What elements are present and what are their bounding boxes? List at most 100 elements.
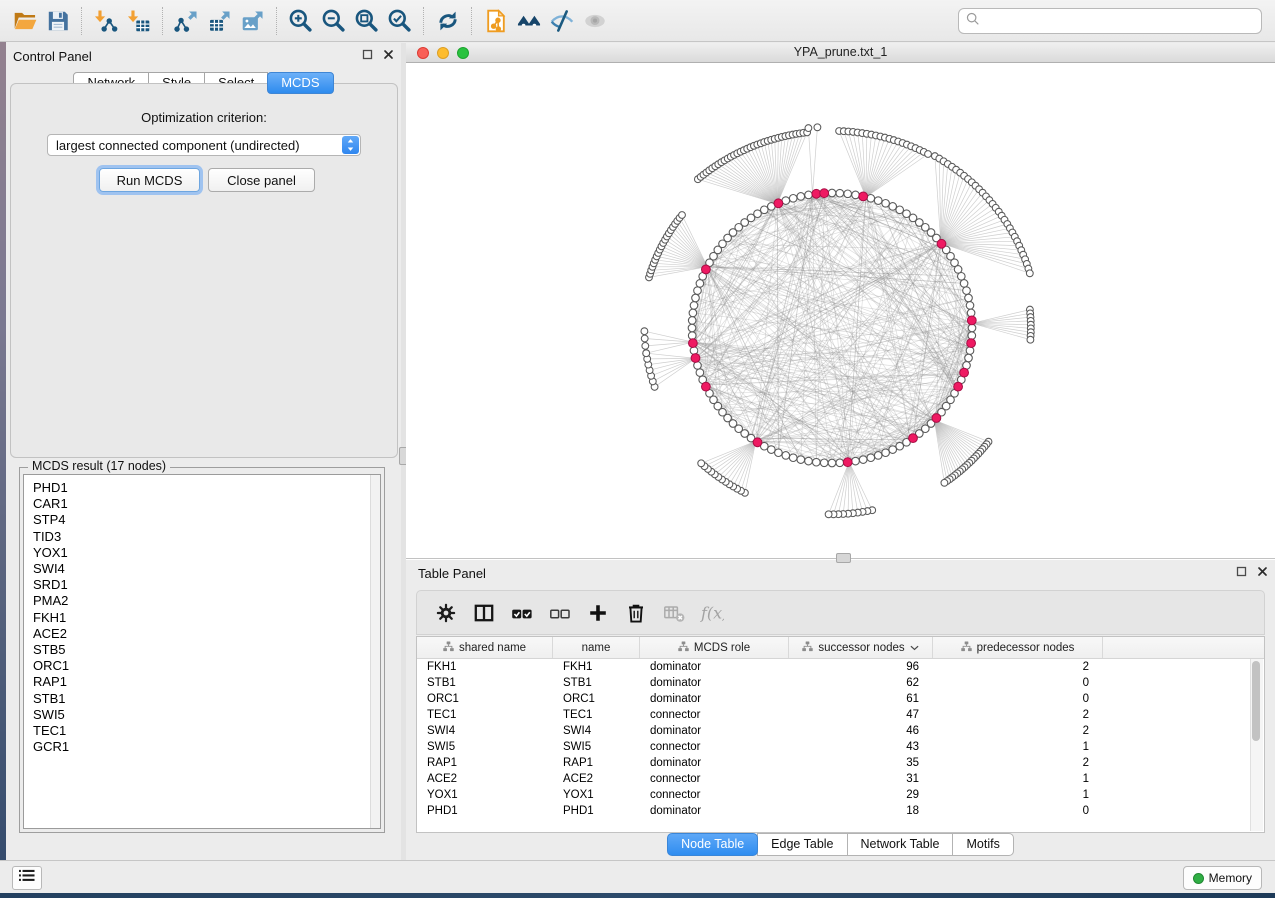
table-row[interactable]: YOX1YOX1connector291 xyxy=(417,787,1264,803)
horizontal-splitter-handle[interactable] xyxy=(836,553,851,563)
mcds-result-node[interactable]: ACE2 xyxy=(24,626,380,642)
refresh-icon[interactable] xyxy=(431,6,464,36)
optimization-criterion-select[interactable]: largest connected component (undirected) xyxy=(47,134,361,156)
save-session-icon[interactable] xyxy=(41,6,74,36)
node-table[interactable]: shared namenameMCDS rolesuccessor nodesp… xyxy=(416,636,1265,833)
mcds-result-node[interactable]: RAP1 xyxy=(24,674,380,690)
table-cell: 18 xyxy=(789,803,933,819)
float-panel-icon[interactable] xyxy=(361,48,374,61)
network-column-icon xyxy=(961,641,972,655)
table-row[interactable]: SWI5SWI5connector431 xyxy=(417,739,1264,755)
table-tabs: Node TableEdge TableNetwork TableMotifs xyxy=(406,833,1275,856)
table-cell: connector xyxy=(640,771,789,787)
tab-mcds[interactable]: MCDS xyxy=(267,72,333,94)
column-header-shared-name[interactable]: shared name xyxy=(417,637,553,658)
mcds-result-group: MCDS result (17 nodes) PHD1CAR1STP4TID3Y… xyxy=(19,467,385,833)
node-table-header: shared namenameMCDS rolesuccessor nodesp… xyxy=(417,637,1264,659)
show-all-icon[interactable] xyxy=(578,6,611,36)
mcds-result-node[interactable]: FKH1 xyxy=(24,610,380,626)
mcds-result-node[interactable]: TID3 xyxy=(24,529,380,545)
mcds-result-node[interactable]: TEC1 xyxy=(24,723,380,739)
table-cell: SWI5 xyxy=(417,739,553,755)
table-panel-title: Table Panel xyxy=(406,566,486,581)
mcds-list-scrollbar[interactable] xyxy=(370,475,380,828)
search-box[interactable] xyxy=(958,8,1262,34)
tab-motifs[interactable]: Motifs xyxy=(952,833,1013,856)
network-window-titlebar[interactable]: YPA_prune.txt_1 xyxy=(406,43,1275,63)
table-row[interactable]: FKH1FKH1dominator962 xyxy=(417,659,1264,675)
panel-menu-button[interactable] xyxy=(12,866,42,890)
function-builder-icon: f(x) xyxy=(696,598,728,628)
tab-network-table[interactable]: Network Table xyxy=(847,833,954,856)
table-row[interactable]: TEC1TEC1connector472 xyxy=(417,707,1264,723)
mcds-result-node[interactable]: SWI4 xyxy=(24,561,380,577)
zoom-fit-icon[interactable] xyxy=(350,6,383,36)
export-network-icon[interactable] xyxy=(170,6,203,36)
mcds-result-node[interactable]: SWI5 xyxy=(24,707,380,723)
svg-text:f(x): f(x) xyxy=(700,603,724,622)
delete-columns-icon[interactable] xyxy=(620,598,652,628)
deselect-all-columns-icon[interactable] xyxy=(544,598,576,628)
table-cell: 1 xyxy=(933,739,1103,755)
mcds-result-node[interactable]: SRD1 xyxy=(24,577,380,593)
table-row[interactable]: ORC1ORC1dominator610 xyxy=(417,691,1264,707)
table-cell: 61 xyxy=(789,691,933,707)
close-table-panel-icon[interactable] xyxy=(1256,565,1269,578)
mcds-result-node[interactable]: GCR1 xyxy=(24,739,380,755)
show-columns-icon[interactable] xyxy=(468,598,500,628)
tab-node-table[interactable]: Node Table xyxy=(667,833,758,856)
open-file-icon[interactable] xyxy=(8,6,41,36)
table-cell: RAP1 xyxy=(553,755,640,771)
mcds-result-list[interactable]: PHD1CAR1STP4TID3YOX1SWI4SRD1PMA2FKH1ACE2… xyxy=(23,474,381,829)
select-all-columns-icon[interactable] xyxy=(506,598,538,628)
mcds-result-node[interactable]: STB5 xyxy=(24,642,380,658)
search-input[interactable] xyxy=(981,13,1255,29)
create-column-icon[interactable] xyxy=(582,598,614,628)
mcds-result-node[interactable]: ORC1 xyxy=(24,658,380,674)
table-row[interactable]: RAP1RAP1dominator352 xyxy=(417,755,1264,771)
toolbar-divider xyxy=(471,7,472,35)
column-header-predecessor-nodes[interactable]: predecessor nodes xyxy=(933,637,1103,658)
table-cell: YOX1 xyxy=(553,787,640,803)
table-row[interactable]: PHD1PHD1dominator180 xyxy=(417,803,1264,819)
memory-button[interactable]: Memory xyxy=(1183,866,1262,890)
table-scrollbar-thumb[interactable] xyxy=(1252,661,1260,741)
export-table-icon[interactable] xyxy=(203,6,236,36)
column-header-MCDS-role[interactable]: MCDS role xyxy=(640,637,789,658)
export-image-icon[interactable] xyxy=(236,6,269,36)
zoom-in-icon[interactable] xyxy=(284,6,317,36)
hide-selected-icon[interactable] xyxy=(545,6,578,36)
table-cell: ACE2 xyxy=(553,771,640,787)
import-network-icon[interactable] xyxy=(89,6,122,36)
float-table-panel-icon[interactable] xyxy=(1235,565,1248,578)
table-row[interactable]: SWI4SWI4dominator462 xyxy=(417,723,1264,739)
mcds-result-node[interactable]: STB1 xyxy=(24,691,380,707)
run-mcds-button[interactable]: Run MCDS xyxy=(99,168,200,192)
mcds-result-node[interactable]: PMA2 xyxy=(24,593,380,609)
share-document-icon[interactable] xyxy=(479,6,512,36)
mcds-result-node[interactable]: YOX1 xyxy=(24,545,380,561)
import-table-icon[interactable] xyxy=(122,6,155,36)
table-settings-icon[interactable] xyxy=(430,598,462,628)
close-panel-button[interactable]: Close panel xyxy=(208,168,315,192)
table-row[interactable]: ACE2ACE2connector311 xyxy=(417,771,1264,787)
zoom-out-icon[interactable] xyxy=(317,6,350,36)
network-canvas[interactable] xyxy=(406,63,1275,559)
table-scrollbar[interactable] xyxy=(1250,659,1263,831)
toolbar-divider xyxy=(81,7,82,35)
mcds-result-node[interactable]: PHD1 xyxy=(24,480,380,496)
mcds-result-node[interactable]: STP4 xyxy=(24,512,380,528)
table-row[interactable]: STB1STB1dominator620 xyxy=(417,675,1264,691)
column-header-successor-nodes[interactable]: successor nodes xyxy=(789,637,933,658)
optimization-criterion-label: Optimization criterion: xyxy=(11,110,397,125)
table-cell: RAP1 xyxy=(417,755,553,771)
tab-edge-table[interactable]: Edge Table xyxy=(757,833,847,856)
close-panel-icon[interactable] xyxy=(382,48,395,61)
binoculars-icon[interactable] xyxy=(512,6,545,36)
mcds-result-node[interactable]: CAR1 xyxy=(24,496,380,512)
column-header-name[interactable]: name xyxy=(553,637,640,658)
table-toolbar: f(x) xyxy=(416,590,1265,635)
table-cell: dominator xyxy=(640,723,789,739)
zoom-selected-icon[interactable] xyxy=(383,6,416,36)
main-toolbar xyxy=(0,0,1275,42)
